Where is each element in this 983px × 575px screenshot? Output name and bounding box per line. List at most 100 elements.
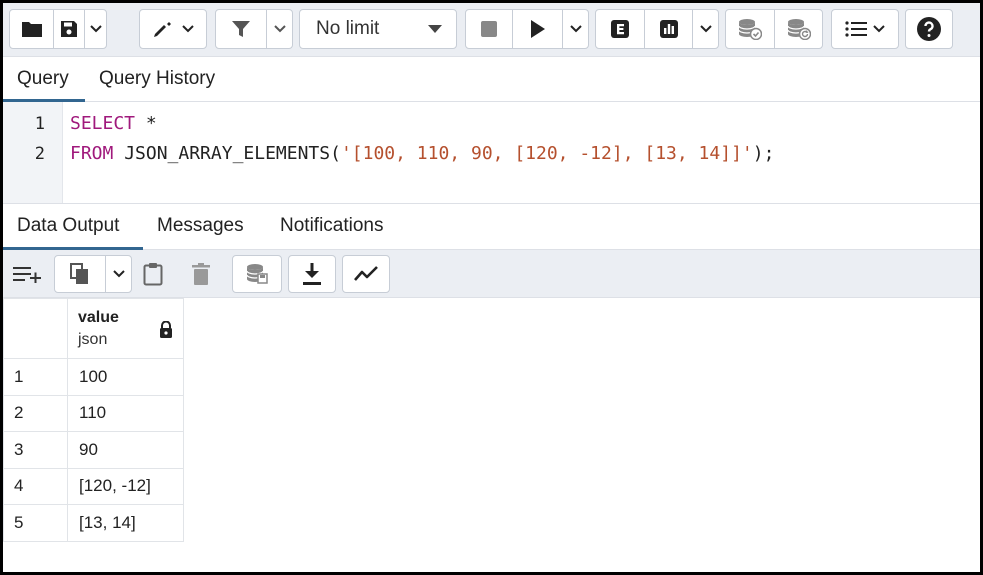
tab-query[interactable]: Query [3,58,85,102]
chevron-down-icon [273,25,286,33]
row-number[interactable]: 3 [3,431,68,469]
explain-button-group [595,9,719,49]
add-row-button[interactable] [7,255,49,293]
download-button[interactable] [288,255,336,293]
row-number[interactable]: 2 [3,394,68,432]
row-limit-select[interactable]: No limit [299,9,457,49]
paste-icon [143,263,163,286]
table-row[interactable]: 5 [13, 14] [3,504,184,542]
sql-text: ); [752,143,775,164]
lock-icon [160,321,172,338]
cell-value[interactable]: [13, 14] [67,504,184,542]
copy-options-dropdown[interactable] [105,256,131,292]
filter-button-group [215,9,293,49]
line-number: 1 [34,114,45,134]
chevron-down-icon [569,25,582,33]
column-header[interactable]: value json [67,298,184,359]
output-tab-bar: Data Output Messages Notifications [3,204,980,250]
rollback-button[interactable] [774,10,822,48]
code-line: FROM JSON_ARRAY_ELEMENTS('[100, 110, 90,… [70,143,774,164]
sql-text: * [135,113,157,134]
graph-icon [354,266,378,281]
tab-notifications[interactable]: Notifications [266,204,398,250]
explain-analyze-icon [659,20,678,38]
macros-button[interactable] [831,9,899,49]
download-icon [303,263,321,285]
explain-options-dropdown[interactable] [692,10,718,48]
chevron-down-icon [873,25,885,33]
table-row[interactable]: 3 90 [3,431,184,469]
play-icon [530,20,545,38]
caret-down-icon [428,25,442,33]
row-number[interactable]: 5 [3,504,68,542]
chevron-down-icon [699,25,712,33]
commit-button[interactable] [726,10,774,48]
edit-icon [154,22,171,37]
save-icon [61,21,78,37]
paste-button[interactable] [135,255,171,293]
header-row: value json [3,298,184,359]
cell-value[interactable]: 110 [67,394,184,432]
edit-button[interactable] [139,9,207,49]
line-number: 2 [34,144,45,164]
result-table: value json 1 100 2 110 3 90 4 [120, -12] [3,298,184,542]
table-row[interactable]: 2 110 [3,394,184,432]
sql-keyword: SELECT [70,113,136,134]
tab-messages[interactable]: Messages [143,204,258,250]
help-button[interactable] [905,9,953,49]
save-data-button[interactable] [232,255,282,293]
query-tool-window: No limit Query Query History 1 2 SELECT … [3,3,980,572]
commit-icon [738,19,762,40]
table-row[interactable]: 1 100 [3,358,184,396]
copy-button-group [54,255,132,293]
folder-icon [21,22,42,37]
explain-analyze-button[interactable] [644,10,692,48]
sql-text: JSON_ARRAY_ELEMENTS( [113,143,341,164]
filter-icon [232,21,250,37]
sql-keyword: FROM [70,143,114,164]
stop-button[interactable] [466,10,512,48]
rollback-icon [786,19,811,40]
open-file-button[interactable] [10,10,53,48]
graph-visualiser-button[interactable] [342,255,390,293]
cell-value[interactable]: [120, -12] [67,467,184,505]
save-data-icon [246,264,268,284]
save-options-dropdown[interactable] [84,10,106,48]
sql-string-literal: '[100, 110, 90, [120, -12], [13, 14]]' [340,143,753,164]
row-number[interactable]: 1 [3,358,68,396]
tab-query-history[interactable]: Query History [85,58,229,102]
explain-button[interactable] [596,10,644,48]
result-grid: value json 1 100 2 110 3 90 4 [120, -12] [3,298,980,572]
table-row[interactable]: 4 [120, -12] [3,467,184,505]
help-icon [917,17,941,41]
delete-icon [192,263,210,285]
transaction-button-group [725,9,823,49]
query-toolbar: No limit [3,3,980,57]
cell-value[interactable]: 100 [67,358,184,396]
code-line: SELECT * [70,113,157,134]
chevron-down-icon [90,25,102,33]
macros-icon [845,21,867,37]
delete-button[interactable] [183,255,219,293]
query-tab-bar: Query Query History [3,58,980,102]
save-file-button[interactable] [53,10,84,48]
sql-editor[interactable]: 1 2 SELECT * FROM JSON_ARRAY_ELEMENTS('[… [3,102,980,204]
chevron-down-icon [182,25,194,33]
file-button-group [9,9,107,49]
data-output-toolbar [3,250,980,298]
row-limit-value: No limit [316,18,380,39]
filter-button[interactable] [216,10,266,48]
cell-value[interactable]: 90 [67,431,184,469]
copy-button[interactable] [55,256,105,292]
line-number-gutter: 1 2 [3,102,63,203]
row-number[interactable]: 4 [3,467,68,505]
execute-button-group [465,9,589,49]
row-number-header[interactable] [3,298,68,359]
stop-icon [481,21,497,37]
tab-data-output[interactable]: Data Output [3,204,143,250]
chevron-down-icon [112,270,125,278]
filter-options-dropdown[interactable] [266,10,292,48]
explain-icon [611,20,629,38]
execute-button[interactable] [512,10,562,48]
execute-options-dropdown[interactable] [562,10,588,48]
